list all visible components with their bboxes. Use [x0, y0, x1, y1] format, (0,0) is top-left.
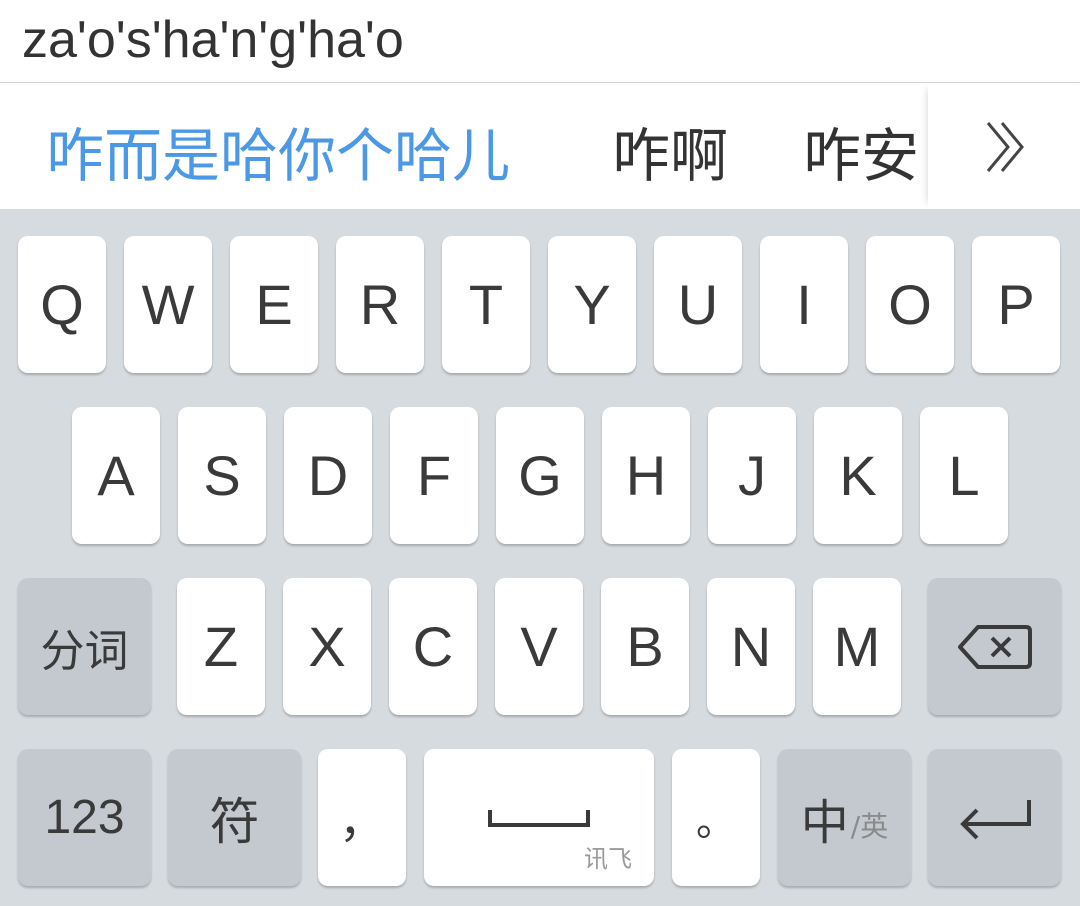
- key-label: I: [796, 273, 812, 336]
- enter-key[interactable]: [928, 749, 1061, 886]
- key-label: R: [359, 273, 401, 336]
- key-o[interactable]: O: [866, 236, 954, 373]
- enter-icon: [959, 799, 1031, 839]
- key-v[interactable]: V: [495, 578, 583, 715]
- key-z[interactable]: Z: [177, 578, 265, 715]
- composition-bar: za'o's'ha'n'g'ha'o: [0, 0, 1080, 83]
- key-label: B: [626, 615, 664, 678]
- keyboard: Q W E R T Y U I O P A S D F G H J K L 分词…: [0, 209, 1080, 906]
- key-d[interactable]: D: [284, 407, 372, 544]
- candidate-bar: 咋而是哈你个哈儿 咋啊 咋安: [0, 83, 1080, 209]
- segment-key[interactable]: 分词: [18, 578, 151, 715]
- language-secondary-label: /英: [850, 809, 889, 843]
- key-label: W: [141, 273, 195, 336]
- key-label: Z: [203, 615, 239, 678]
- key-label: Y: [573, 273, 611, 336]
- language-primary-label: 中: [800, 794, 849, 851]
- key-k[interactable]: K: [814, 407, 902, 544]
- key-label: K: [839, 444, 877, 507]
- candidate-2[interactable]: 咋啊: [612, 109, 728, 193]
- key-m[interactable]: M: [813, 578, 901, 715]
- key-t[interactable]: T: [442, 236, 530, 373]
- candidate-3[interactable]: 咋安: [803, 109, 919, 193]
- segment-label: 分词: [40, 625, 129, 677]
- space-icon: [488, 809, 590, 827]
- key-label: P: [997, 273, 1035, 336]
- comma-label: ，: [339, 793, 385, 848]
- key-label: O: [888, 273, 932, 336]
- key-label: E: [255, 273, 293, 336]
- key-c[interactable]: C: [389, 578, 477, 715]
- symbol-label: 符: [209, 792, 260, 851]
- more-candidates-button[interactable]: [928, 83, 1080, 209]
- key-label: Q: [40, 273, 84, 336]
- key-l[interactable]: L: [920, 407, 1008, 544]
- key-label: J: [738, 444, 766, 507]
- key-i[interactable]: I: [760, 236, 848, 373]
- key-p[interactable]: P: [972, 236, 1060, 373]
- key-label: T: [468, 273, 504, 336]
- comma-key[interactable]: ，: [318, 749, 406, 886]
- key-s[interactable]: S: [178, 407, 266, 544]
- double-chevron-right-icon: [986, 122, 1024, 172]
- key-y[interactable]: Y: [548, 236, 636, 373]
- key-r[interactable]: R: [336, 236, 424, 373]
- key-x[interactable]: X: [283, 578, 371, 715]
- language-switch-key[interactable]: 中/英: [778, 749, 911, 886]
- key-label: M: [833, 615, 881, 678]
- key-b[interactable]: B: [601, 578, 689, 715]
- key-label: X: [308, 615, 346, 678]
- key-label: F: [416, 444, 452, 507]
- key-label: U: [677, 273, 719, 336]
- key-label: S: [203, 444, 241, 507]
- symbol-key[interactable]: 符: [168, 749, 301, 886]
- candidate-1[interactable]: 咋而是哈你个哈儿: [46, 109, 510, 193]
- key-label: G: [518, 444, 562, 507]
- backspace-key[interactable]: [928, 578, 1061, 715]
- key-q[interactable]: Q: [18, 236, 106, 373]
- key-label: C: [412, 615, 454, 678]
- key-j[interactable]: J: [708, 407, 796, 544]
- key-n[interactable]: N: [707, 578, 795, 715]
- space-sub-label: 讯飞: [584, 845, 632, 873]
- key-g[interactable]: G: [496, 407, 584, 544]
- key-h[interactable]: H: [602, 407, 690, 544]
- key-label: N: [730, 615, 772, 678]
- key-u[interactable]: U: [654, 236, 742, 373]
- key-a[interactable]: A: [72, 407, 160, 544]
- key-e[interactable]: E: [230, 236, 318, 373]
- number-mode-key[interactable]: 123: [18, 749, 151, 886]
- period-key[interactable]: 。: [672, 749, 760, 886]
- key-f[interactable]: F: [390, 407, 478, 544]
- space-key[interactable]: 讯飞: [424, 749, 654, 886]
- key-w[interactable]: W: [124, 236, 212, 373]
- composition-text: za'o's'ha'n'g'ha'o: [22, 11, 404, 69]
- key-label: V: [520, 615, 558, 678]
- period-label: 。: [696, 798, 736, 845]
- key-label: L: [948, 444, 980, 507]
- key-label: A: [97, 444, 135, 507]
- number-mode-label: 123: [44, 791, 125, 844]
- key-label: D: [307, 444, 349, 507]
- key-label: H: [625, 444, 667, 507]
- backspace-icon: [957, 624, 1032, 669]
